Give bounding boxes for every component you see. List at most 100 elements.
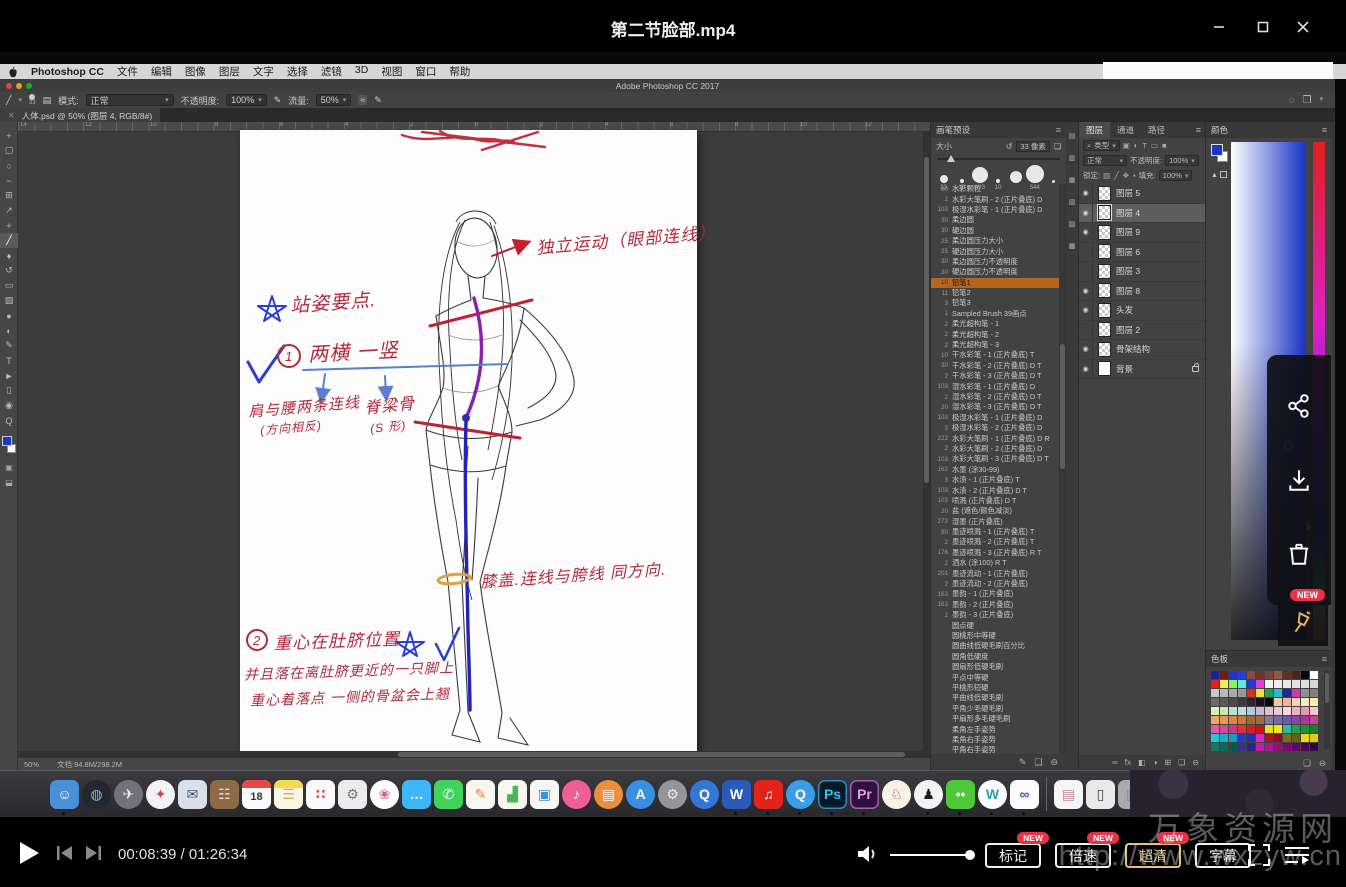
swatch[interactable] [1310, 680, 1318, 688]
layer-row[interactable]: 图层 2 [1079, 321, 1205, 341]
swatch[interactable] [1220, 716, 1228, 724]
lock-all-icon[interactable]: ▪ [1133, 171, 1136, 180]
brush-preset-row[interactable]: 103极湿水彩笔 - 1 (正片叠底) D [931, 413, 1059, 423]
traffic-lights[interactable] [6, 83, 32, 89]
dock-facetime[interactable]: ✆ [434, 780, 463, 809]
swatch[interactable] [1211, 716, 1219, 724]
fill-select[interactable]: 100%▾ [1159, 170, 1193, 181]
swatch[interactable] [1238, 716, 1246, 724]
mac-zoom-icon[interactable] [26, 83, 32, 89]
reset-icon[interactable]: ↺ [1006, 142, 1013, 151]
swatch[interactable] [1292, 725, 1300, 733]
volume-slider[interactable] [890, 854, 970, 856]
swatch[interactable] [1274, 716, 1282, 724]
dock-system-preferences[interactable]: ⚙ [658, 780, 687, 809]
new-layer-icon[interactable]: ❏ [1178, 758, 1185, 767]
swatch[interactable] [1283, 725, 1291, 733]
hscroll-thumb[interactable] [398, 752, 905, 757]
dock-siri[interactable]: ◍ [82, 780, 111, 809]
swatch[interactable] [1238, 707, 1246, 715]
visibility-eye-icon[interactable]: ◉ [1079, 340, 1093, 359]
swatch[interactable] [1292, 698, 1300, 706]
dock-quicktime[interactable]: Q [690, 780, 719, 809]
brush-preset-row[interactable]: 平扇形多毛硬毛刷 [931, 714, 1059, 724]
swatch[interactable] [1310, 689, 1318, 697]
swatch[interactable] [1256, 698, 1264, 706]
swatch[interactable] [1265, 716, 1273, 724]
swatch[interactable] [1301, 707, 1309, 715]
brush-preset-row[interactable]: 圆桃形中等硬 [931, 631, 1059, 641]
layer-row[interactable]: ◉图层 5 [1079, 184, 1205, 204]
stroke-preview-icon[interactable]: ✎ [1019, 757, 1027, 768]
blend-mode-select[interactable]: 正常▾ [86, 94, 174, 106]
brush-preset-row[interactable]: 30柔边圆压力不透明度 [931, 257, 1059, 267]
swatch[interactable] [1265, 671, 1273, 679]
close-button[interactable] [1286, 14, 1320, 40]
swatch[interactable] [1310, 716, 1318, 724]
layer-effects-icon[interactable]: fx [1125, 758, 1131, 767]
size-slider[interactable] [937, 155, 1060, 163]
swatch[interactable] [1211, 743, 1219, 751]
tool-blur[interactable]: ● [0, 308, 18, 323]
menu-帮助[interactable]: 帮助 [449, 64, 470, 79]
dock-ibooks[interactable]: ▤ [594, 780, 623, 809]
swatch[interactable] [1283, 689, 1291, 697]
dock-keynote[interactable]: ▣ [530, 780, 559, 809]
video-frame[interactable]: Photoshop CC 文件编辑图像图层文字选择滤镜3D视图窗口帮助 Adob… [0, 52, 1346, 817]
swatch[interactable] [1274, 680, 1282, 688]
swatch[interactable] [1301, 743, 1309, 751]
swatch[interactable] [1238, 734, 1246, 742]
swatch[interactable] [1211, 689, 1219, 697]
new-swatch-icon[interactable]: ❏ [1303, 758, 1311, 769]
dock-word[interactable]: W [722, 780, 751, 809]
brush-preset-row[interactable]: 圆点硬 [931, 620, 1059, 630]
delete-swatch-icon[interactable]: ⊖ [1319, 758, 1326, 769]
swatch[interactable] [1292, 716, 1300, 724]
swatch[interactable] [1274, 734, 1282, 742]
size-value[interactable]: 33 像素 [1016, 141, 1049, 152]
swatch[interactable] [1256, 689, 1264, 697]
swatch[interactable] [1256, 734, 1264, 742]
swatch[interactable] [1256, 743, 1264, 751]
dock-launchpad[interactable]: ✈ [114, 780, 143, 809]
dock-wunderlist[interactable]: W [978, 780, 1007, 809]
dock-netease-music[interactable]: ♫ [754, 780, 783, 809]
layer-opacity-select[interactable]: 100%▾ [1165, 155, 1199, 166]
opacity-select[interactable]: 100%▾ [226, 94, 267, 106]
brush-scroll-thumb[interactable] [1060, 344, 1065, 469]
brush-preset-row[interactable]: 163墨韵 - 2 (正片叠底) [931, 600, 1059, 610]
gamut-warning-icon[interactable]: ▲ [1211, 172, 1218, 179]
tool-clone-stamp[interactable]: ♦ [0, 248, 18, 263]
visibility-eye-icon[interactable] [1079, 243, 1093, 262]
swatch[interactable] [1211, 698, 1219, 706]
brush-preset-row[interactable]: 柔角左手姿势 [931, 724, 1059, 734]
swatch[interactable] [1265, 689, 1273, 697]
menu-图层[interactable]: 图层 [219, 64, 240, 79]
dock-documents[interactable]: ▤ [1054, 780, 1083, 809]
tool-marquee[interactable]: ▢ [0, 143, 18, 158]
brush-preset-row[interactable]: 2干水彩笔 - 3 (正片叠底) D T [931, 371, 1059, 381]
brush-preset-row[interactable]: 20湿水彩笔 - 3 (正片叠底) D T [931, 402, 1059, 412]
swatch[interactable] [1211, 671, 1219, 679]
brush-preset-row[interactable]: 圆曲线低硬毛刷百分比 [931, 641, 1059, 651]
panel-menu-icon[interactable]: ≡ [1322, 654, 1327, 664]
swatch[interactable] [1274, 743, 1282, 751]
flow-select[interactable]: 50%▾ [316, 94, 352, 106]
dock-contacts[interactable]: ☷ [210, 780, 239, 809]
visibility-eye-icon[interactable]: ◉ [1079, 184, 1093, 203]
brush-preset-row[interactable]: 163墨韵 - 1 (正片叠底) [931, 589, 1059, 599]
brush-preset-row[interactable]: 2墨迹喷溅 - 2 (正片叠底) T [931, 537, 1059, 547]
swatch[interactable] [1256, 680, 1264, 688]
menu-窗口[interactable]: 窗口 [415, 64, 436, 79]
zoom-level[interactable]: 50% [24, 760, 39, 769]
dock-messages[interactable]: … [402, 780, 431, 809]
swatch[interactable] [1229, 680, 1237, 688]
visibility-eye-icon[interactable]: ◉ [1079, 282, 1093, 301]
swatch[interactable] [1247, 734, 1255, 742]
layer-mask-icon[interactable]: ◧ [1138, 758, 1146, 767]
swatch[interactable] [1265, 725, 1273, 733]
layer-filter-select[interactable]: ⌕类型▾ [1083, 140, 1120, 151]
swatch[interactable] [1292, 734, 1300, 742]
tool-zoom[interactable]: Q [0, 413, 18, 428]
menu-选择[interactable]: 选择 [287, 64, 308, 79]
